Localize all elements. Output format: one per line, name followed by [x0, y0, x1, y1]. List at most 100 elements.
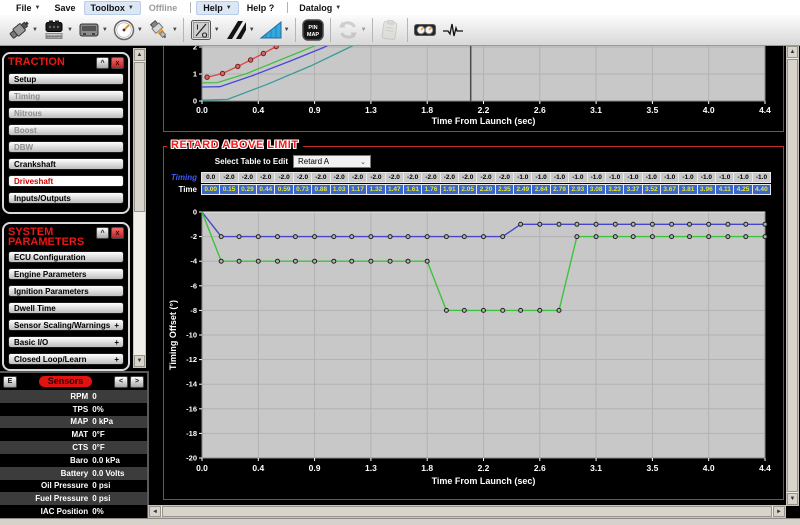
scrollbar-thumb[interactable]	[787, 59, 798, 492]
sidebar-item-engine-parameters[interactable]: Engine Parameters	[8, 268, 124, 280]
timing-cell[interactable]: -2.0	[239, 173, 256, 182]
time-cell[interactable]: 1.76	[422, 185, 439, 194]
timing-cell[interactable]: -1.0	[624, 173, 641, 182]
sidebar-item-ignition-parameters[interactable]: Ignition Parameters	[8, 285, 124, 297]
sidebar-item-basic-i-o[interactable]: Basic I/O+	[8, 336, 124, 348]
timing-cell[interactable]: -2.0	[349, 173, 366, 182]
timing-cell[interactable]: -2.0	[386, 173, 403, 182]
graph-wedge-button[interactable]: ▼	[258, 17, 291, 43]
time-cell[interactable]: 1.61	[404, 185, 421, 194]
timing-cell[interactable]: -2.0	[496, 173, 513, 182]
close-panel-button[interactable]: x	[111, 57, 124, 69]
horizontal-scrollbar[interactable]: ◄ ►	[148, 505, 786, 518]
time-cell[interactable]: 1.03	[331, 185, 348, 194]
timing-cell[interactable]: -1.0	[606, 173, 623, 182]
pulse-button[interactable]	[440, 17, 466, 43]
timing-cell[interactable]: -2.0	[220, 173, 237, 182]
time-cell[interactable]: 3.52	[643, 185, 660, 194]
timing-cell[interactable]: -2.0	[477, 173, 494, 182]
timing-cell[interactable]: -2.0	[257, 173, 274, 182]
launch-overview-plot[interactable]: 0120.00.40.91.31.82.22.63.13.54.04.4Time…	[164, 45, 783, 130]
sidebar-item-dwell-time[interactable]: Dwell Time	[8, 302, 124, 314]
vertical-scrollbar[interactable]: ▲ ▼	[786, 45, 799, 506]
timing-cell[interactable]: -1.0	[661, 173, 678, 182]
gauge-button[interactable]: ▼	[111, 17, 144, 43]
menu-file[interactable]: File▼	[10, 2, 46, 14]
time-cell[interactable]: 3.37	[624, 185, 641, 194]
timing-cell[interactable]: -2.0	[459, 173, 476, 182]
time-cell[interactable]: 2.05	[459, 185, 476, 194]
timing-cell[interactable]: -2.0	[294, 173, 311, 182]
time-cell[interactable]: 0.29	[239, 185, 256, 194]
timing-cell[interactable]: -1.0	[551, 173, 568, 182]
time-cell[interactable]: 2.35	[496, 185, 513, 194]
timing-cell[interactable]: -1.0	[532, 173, 549, 182]
sidebar-item-inputs-outputs[interactable]: Inputs/Outputs	[8, 192, 124, 204]
dual-gauge-button[interactable]	[412, 17, 438, 43]
time-cell[interactable]: 0.59	[275, 185, 292, 194]
sensors-prev-button[interactable]: <	[114, 376, 128, 388]
timing-cell[interactable]: -1.0	[734, 173, 751, 182]
time-cell[interactable]: 1.47	[386, 185, 403, 194]
ecu-module-button[interactable]: ▼	[76, 17, 109, 43]
time-cell[interactable]: 3.81	[679, 185, 696, 194]
sidebar-item-sensor-scaling-warnings[interactable]: Sensor Scaling/Warnings+	[8, 319, 124, 331]
time-cell[interactable]: 3.96	[698, 185, 715, 194]
time-cell[interactable]: 4.11	[716, 185, 733, 194]
timing-cell[interactable]: -2.0	[404, 173, 421, 182]
time-cell[interactable]: 2.49	[514, 185, 531, 194]
timing-cell[interactable]: -1.0	[643, 173, 660, 182]
timing-cell[interactable]: 0.0	[202, 173, 219, 182]
sensors-next-button[interactable]: >	[130, 376, 144, 388]
collapse-panel-button[interactable]: ^	[96, 227, 109, 239]
sidebar-item-driveshaft[interactable]: Driveshaft	[8, 175, 124, 187]
time-cell[interactable]: 4.25	[734, 185, 751, 194]
time-cell[interactable]: 3.67	[661, 185, 678, 194]
sensors-connector-button[interactable]: SENSORS▼	[41, 17, 74, 43]
menu-help[interactable]: Help▼	[196, 1, 238, 15]
timing-cell[interactable]: -2.0	[275, 173, 292, 182]
table-select[interactable]: Retard A ⌄	[293, 155, 371, 168]
close-panel-button[interactable]: x	[111, 227, 124, 239]
timing-cell[interactable]: -2.0	[422, 173, 439, 182]
timing-cell[interactable]: -1.0	[753, 173, 770, 182]
sensors-edit-button[interactable]: E	[3, 376, 17, 388]
clipboard-button[interactable]	[377, 17, 403, 43]
io-button[interactable]: IO▼	[188, 17, 221, 43]
time-cell[interactable]: 2.79	[551, 185, 568, 194]
menu-help[interactable]: Help ?	[241, 2, 281, 14]
time-cell[interactable]: 0.88	[312, 185, 329, 194]
time-cell[interactable]: 0.73	[294, 185, 311, 194]
refresh-button[interactable]: ▼	[335, 17, 368, 43]
timing-cell[interactable]: -1.0	[588, 173, 605, 182]
menu-datalog[interactable]: Datalog▼	[293, 2, 347, 14]
spark-plug-button[interactable]: ▼	[146, 17, 179, 43]
timing-cell[interactable]: -1.0	[514, 173, 531, 182]
sidebar-scrollbar[interactable]: ▲ ▼	[133, 48, 146, 368]
menu-toolbox[interactable]: Toolbox▼	[84, 1, 141, 15]
stripes-button[interactable]: ▼	[223, 17, 256, 43]
scroll-down-icon[interactable]: ▼	[787, 493, 798, 505]
time-cell[interactable]: 0.00	[202, 185, 219, 194]
time-cell[interactable]: 2.20	[477, 185, 494, 194]
scroll-down-icon[interactable]: ▼	[134, 355, 145, 367]
sidebar-item-closed-loop-learn[interactable]: Closed Loop/Learn+	[8, 353, 124, 365]
sidebar-item-ecu-configuration[interactable]: ECU Configuration	[8, 251, 124, 263]
time-cell[interactable]: 3.08	[588, 185, 605, 194]
scrollbar-thumb[interactable]	[134, 62, 145, 212]
scroll-right-icon[interactable]: ►	[773, 506, 785, 517]
injector-button[interactable]: ▼	[6, 17, 39, 43]
time-cell[interactable]: 4.40	[753, 185, 770, 194]
scrollbar-thumb[interactable]	[162, 506, 772, 517]
time-cell[interactable]: 1.17	[349, 185, 366, 194]
timing-cell[interactable]: -2.0	[312, 173, 329, 182]
launch-overview-chart[interactable]: 0120.00.40.91.31.82.22.63.13.54.04.4Time…	[163, 45, 784, 132]
time-cell[interactable]: 1.32	[367, 185, 384, 194]
timing-cell[interactable]: -1.0	[679, 173, 696, 182]
scroll-up-icon[interactable]: ▲	[787, 46, 798, 58]
time-cell[interactable]: 0.44	[257, 185, 274, 194]
timing-cell[interactable]: -1.0	[698, 173, 715, 182]
time-cell[interactable]: 2.64	[532, 185, 549, 194]
time-cell[interactable]: 0.15	[220, 185, 237, 194]
time-cell[interactable]: 1.91	[441, 185, 458, 194]
